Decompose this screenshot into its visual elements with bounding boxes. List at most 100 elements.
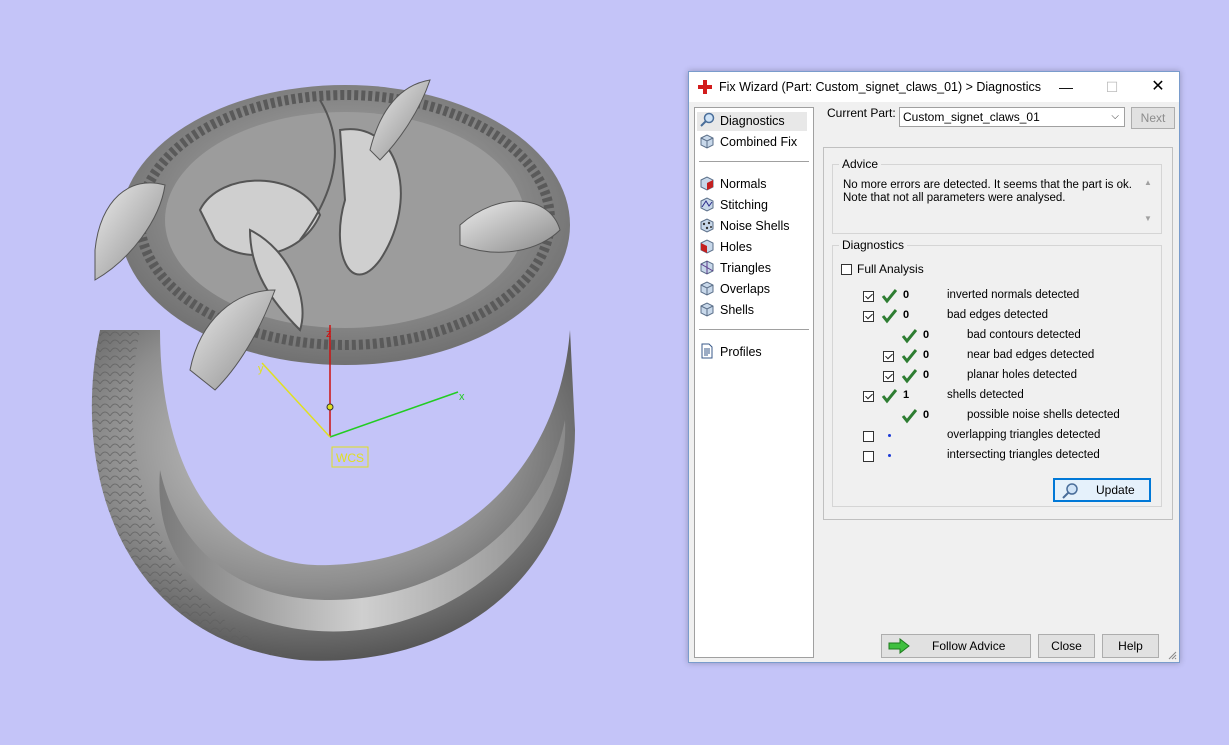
fix-wizard-dialog: Fix Wizard (Part: Custom_signet_claws_01…: [688, 71, 1180, 663]
axis-z-label: z: [326, 328, 332, 340]
diag-checkbox[interactable]: [863, 311, 874, 322]
next-button[interactable]: Next: [1131, 107, 1175, 129]
scroll-track[interactable]: [1140, 189, 1156, 213]
pending-dot-icon: [888, 454, 891, 457]
diag-label: bad edges detected: [947, 309, 1049, 321]
diag-count: 0: [903, 309, 910, 321]
update-button[interactable]: Update: [1053, 478, 1151, 502]
diag-label: overlapping triangles detected: [947, 429, 1101, 441]
diag-label: inverted normals detected: [947, 289, 1080, 301]
stitching-cube-icon: [700, 197, 714, 212]
nav-label: Profiles: [720, 345, 762, 359]
fix-wizard-nav: Diagnostics Combined Fix Normals Stitchi…: [694, 107, 814, 658]
green-check-icon: [881, 389, 897, 404]
chevron-down-icon: ⌵: [1111, 111, 1119, 122]
triangles-cube-icon: [700, 260, 714, 275]
diag-checkbox[interactable]: [883, 371, 894, 382]
diag-label: intersecting triangles detected: [947, 449, 1100, 461]
nav-label: Combined Fix: [720, 135, 798, 149]
scroll-up-icon[interactable]: ▲: [1140, 177, 1156, 189]
diag-count: 0: [903, 289, 910, 301]
diag-count: 0: [923, 349, 930, 361]
nav-label: Overlaps: [720, 282, 771, 296]
diag-count: 0: [923, 329, 930, 341]
full-analysis-label: Full Analysis: [857, 262, 924, 276]
diag-checkbox[interactable]: [883, 351, 894, 362]
nav-item-holes[interactable]: Holes: [699, 238, 752, 257]
axis-y-line: [261, 362, 331, 438]
nav-item-triangles[interactable]: Triangles: [699, 259, 771, 278]
resize-grip-icon[interactable]: [1167, 650, 1177, 660]
nav-divider: [699, 161, 809, 162]
document-icon: [701, 343, 713, 359]
current-part-value: Custom_signet_claws_01: [903, 110, 1040, 124]
nav-label: Normals: [720, 177, 767, 191]
nav-item-normals[interactable]: Normals: [699, 175, 767, 194]
diag-label: shells detected: [947, 389, 1024, 401]
advice-line-1: No more errors are detected. It seems th…: [843, 179, 1132, 191]
follow-advice-label: Follow Advice: [932, 639, 1006, 653]
diag-checkbox[interactable]: [863, 391, 874, 402]
wizard-content: Current Part: Custom_signet_claws_01 ⌵ N…: [821, 104, 1177, 660]
advice-text: No more errors are detected. It seems th…: [843, 179, 1133, 205]
green-check-icon: [901, 409, 917, 424]
update-label: Update: [1096, 483, 1135, 497]
nav-label: Noise Shells: [720, 219, 790, 233]
title-bar[interactable]: Fix Wizard (Part: Custom_signet_claws_01…: [689, 72, 1179, 102]
nav-item-noise-shells[interactable]: Noise Shells: [699, 217, 789, 236]
axis-x-label: x: [459, 391, 465, 403]
advice-scrollbar[interactable]: ▲ ▼: [1140, 177, 1156, 225]
3d-viewport[interactable]: x y z WCS: [0, 0, 680, 745]
nav-item-stitching[interactable]: Stitching: [699, 196, 768, 215]
current-part-label: Current Part:: [827, 106, 896, 120]
nav-item-profiles[interactable]: Profiles: [699, 343, 762, 362]
scroll-down-icon[interactable]: ▼: [1140, 213, 1156, 225]
minimize-button[interactable]: —: [1043, 72, 1089, 102]
shells-cube-icon: [700, 302, 714, 317]
diagnostics-title: Diagnostics: [839, 238, 908, 252]
diag-label: bad contours detected: [967, 329, 1081, 341]
advice-title: Advice: [839, 157, 882, 171]
window-title: Fix Wizard (Part: Custom_signet_claws_01…: [719, 80, 1041, 94]
green-check-icon: [901, 329, 917, 344]
overlaps-cube-icon: [700, 281, 714, 296]
nav-item-shells[interactable]: Shells: [699, 301, 754, 320]
nav-divider: [699, 329, 809, 330]
full-analysis-checkbox[interactable]: [841, 264, 852, 275]
diag-count: 1: [903, 389, 910, 401]
axis-x-line: [329, 391, 459, 438]
diag-count: 0: [923, 369, 930, 381]
advice-line-2: Note that not all parameters were analys…: [843, 192, 1066, 204]
maximize-button[interactable]: ☐: [1089, 72, 1135, 102]
help-button[interactable]: Help: [1102, 634, 1159, 658]
red-cross-icon: [698, 80, 712, 94]
close-button[interactable]: Close: [1038, 634, 1095, 658]
diag-checkbox[interactable]: [863, 451, 874, 462]
diag-checkbox[interactable]: [863, 291, 874, 302]
axis-origin: [326, 403, 334, 411]
nav-item-overlaps[interactable]: Overlaps: [699, 280, 770, 299]
green-check-icon: [881, 289, 897, 304]
diag-label: possible noise shells detected: [967, 409, 1120, 421]
nav-label: Stitching: [720, 198, 768, 212]
diag-checkbox[interactable]: [863, 431, 874, 442]
green-check-icon: [901, 369, 917, 384]
nav-label: Triangles: [720, 261, 771, 275]
diag-label: planar holes detected: [967, 369, 1077, 381]
diagnostics-group: Diagnostics Full Analysis 0 inverted nor…: [832, 238, 1162, 507]
diag-label: near bad edges detected: [967, 349, 1095, 361]
wcs-label: WCS: [336, 451, 364, 465]
green-check-icon: [901, 349, 917, 364]
nav-item-combined-fix[interactable]: Combined Fix: [699, 133, 797, 152]
pending-dot-icon: [888, 434, 891, 437]
nav-label: Shells: [720, 303, 755, 317]
nav-item-diagnostics[interactable]: Diagnostics: [697, 112, 807, 131]
magnifier-icon: [700, 112, 715, 127]
follow-advice-button[interactable]: Follow Advice: [881, 634, 1031, 658]
window-close-button[interactable]: ✕: [1135, 72, 1181, 102]
green-arrow-icon: [888, 638, 910, 654]
nav-label: Diagnostics: [720, 114, 785, 128]
current-part-select[interactable]: Custom_signet_claws_01 ⌵: [899, 107, 1125, 127]
holes-cube-icon: [700, 239, 714, 254]
ring-model[interactable]: x y z WCS: [0, 0, 680, 745]
